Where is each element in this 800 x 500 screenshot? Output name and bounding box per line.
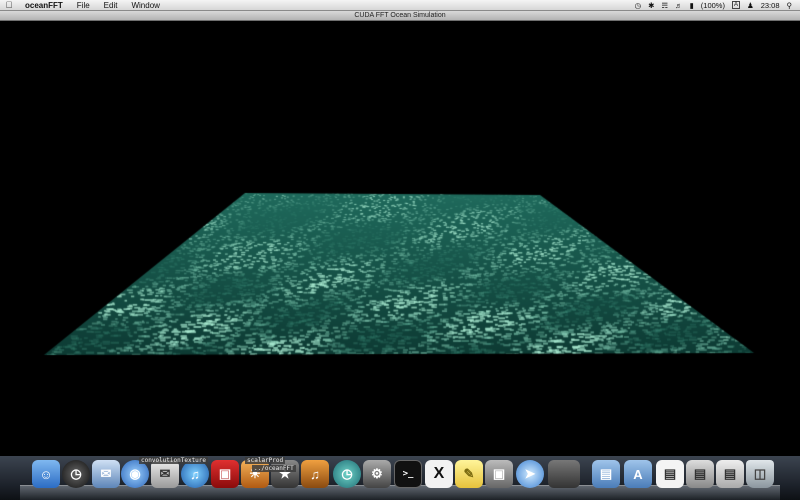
simulation-viewport[interactable] (0, 21, 800, 456)
dock-app-icon[interactable]: ▣ (485, 460, 513, 488)
itunes-icon[interactable]: ♫ (181, 460, 209, 488)
wifi-icon[interactable]: ☴ (661, 1, 668, 10)
trash-icon[interactable]: ◫ (746, 460, 774, 488)
apple-menu-icon[interactable]:  (0, 0, 18, 10)
applications-folder-icon[interactable]: ▤ (592, 460, 620, 488)
garageband-icon[interactable]: ♫ (301, 460, 329, 488)
menu-window[interactable]: Window (124, 0, 166, 11)
time-machine-dock-icon[interactable]: ◷ (333, 460, 361, 488)
document-stack-icon[interactable]: ▤ (656, 460, 684, 488)
menu-extras: ◷ ✱ ☴ ♬ ▮ (100%) A ♟ 23:08 ⚲ (635, 1, 800, 10)
volume-icon[interactable]: ♬ (675, 1, 683, 10)
ocean-surface-render[interactable] (0, 21, 800, 456)
user-icon[interactable]: ♟ (747, 1, 754, 10)
safari-icon[interactable]: ➤ (516, 460, 544, 488)
window-title: CUDA FFT Ocean Simulation (354, 12, 446, 19)
battery-percent[interactable]: (100%) (701, 1, 725, 10)
menu-clock[interactable]: 23:08 (761, 1, 780, 10)
x11-icon[interactable]: X (425, 460, 453, 488)
downloads-stack-icon[interactable]: ▤ (686, 460, 714, 488)
terminal-icon[interactable]: >_ (394, 460, 422, 488)
battery-icon[interactable]: ▮ (690, 1, 694, 10)
dashboard-icon[interactable]: ◷ (62, 460, 90, 488)
menu-file[interactable]: File (70, 0, 97, 11)
window-title-bar[interactable]: CUDA FFT Ocean Simulation (0, 11, 800, 21)
screenshot-stack-icon[interactable]: ▤ (716, 460, 744, 488)
ichat-icon[interactable]: ◉ (121, 460, 149, 488)
menu-app-name[interactable]: oceanFFT (18, 0, 70, 11)
menu-bar:  oceanFFT File Edit Window ◷ ✱ ☴ ♬ ▮ (1… (0, 0, 800, 11)
mail-icon[interactable]: ✉ (92, 460, 120, 488)
spotlight-icon[interactable]: ⚲ (787, 1, 793, 10)
time-machine-icon[interactable]: ◷ (635, 1, 642, 10)
photo-booth-icon[interactable]: ▣ (211, 460, 239, 488)
dock-label-scalarprod: scalarProd (245, 457, 286, 464)
menu-edit[interactable]: Edit (97, 0, 125, 11)
dock-label-terminal-path: ../oceanFFT (252, 465, 296, 472)
dock: ☺ ◷ ✉ ◉ ✉ ♫ ▣ ☀ ★ ♫ ◷ ⚙ >_ X ✎ ▣ ➤ ▤ A ▤… (0, 456, 800, 500)
stickies-icon[interactable]: ✎ (455, 460, 483, 488)
address-book-icon[interactable]: ✉ (151, 460, 179, 488)
documents-folder-icon[interactable]: A (624, 460, 652, 488)
bluetooth-icon[interactable]: ✱ (648, 1, 654, 10)
window-thumbnail-icon[interactable] (548, 460, 580, 488)
system-preferences-icon[interactable]: ⚙ (363, 460, 391, 488)
finder-icon[interactable]: ☺ (32, 460, 60, 488)
input-menu-icon[interactable]: A (731, 1, 740, 9)
dock-label-convolution: convolutionTexture (139, 457, 209, 464)
